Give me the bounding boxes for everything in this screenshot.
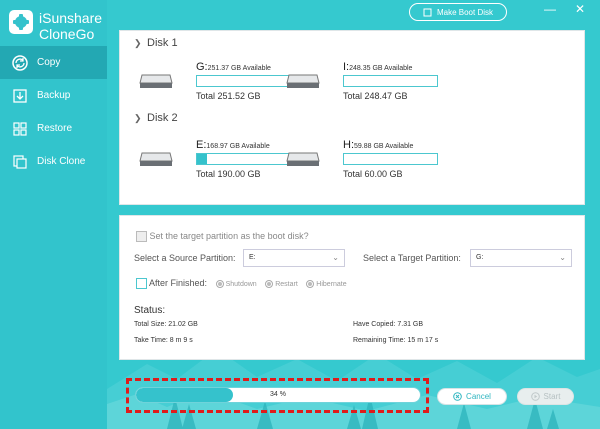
disk-icon [423,8,432,16]
disk-panel: ❯ Disk 1 G:251.37 GB Available Total 251.… [119,30,585,205]
backup-icon [11,87,28,104]
partition-available: 248.35 GB Available [349,65,413,72]
boot-checkbox-label: Set the target partition as the boot dis… [149,231,309,241]
make-boot-disk-label: Make Boot Disk [436,7,494,17]
partition-letter: E: [196,139,207,151]
sidebar-nav: Copy Backup Restore Disk Clone [0,46,107,178]
close-icon[interactable]: ✕ [573,2,587,16]
restart-label: Restart [275,280,298,288]
after-finished-checkbox[interactable] [136,278,147,290]
radio-dot [215,280,224,288]
copy-progress-bar: 34 % [135,387,421,403]
drive-icon [139,152,173,166]
sidebar-item-label: Restore [37,123,73,134]
restart-radio[interactable]: Restart [265,280,298,288]
drive-icon [286,152,320,166]
progress-percent: 34 % [270,391,286,398]
partition-e[interactable]: E:168.97 GB Available Total 190.00 GB [139,139,299,184]
partition-header: E:168.97 GB Available [196,139,270,151]
sidebar-item-label: Copy [37,57,61,68]
disk-2-header[interactable]: ❯ Disk 2 [134,112,178,124]
status-title: Status: [134,305,166,316]
cancel-button[interactable]: Cancel [437,388,507,405]
partition-usage-bar [343,153,438,165]
progress-highlight: 34 % [126,378,429,413]
sidebar-item-label: Backup [37,90,71,101]
partition-letter: G: [196,61,208,73]
restore-icon [11,120,28,137]
copy-icon [11,54,28,71]
sidebar-item-disk-clone[interactable]: Disk Clone [0,145,107,178]
drive-icon [139,74,173,88]
play-icon [530,392,540,401]
partition-g[interactable]: G:251.37 GB Available Total 251.52 GB [139,61,299,106]
chevron-down-icon: ⌄ [332,253,339,262]
target-label: Select a Target Partition: [363,253,461,263]
partition-available: 59.88 GB Available [354,143,414,150]
chevron-down-icon: ❯ [134,113,142,123]
radio-dot [265,280,274,288]
start-button[interactable]: Start [517,388,574,405]
source-partition-value: E: [249,254,256,261]
source-label: Select a Source Partition: [134,253,236,263]
disk-1-title: Disk 1 [147,37,178,49]
hibernate-radio[interactable]: Hibernate [306,280,347,288]
logo-icon [9,10,33,34]
partition-total: Total 251.52 GB [196,91,261,101]
sidebar: iSunshare CloneGo Copy Backup Restore Di… [0,0,107,429]
radio-dot [306,280,315,288]
partition-available: 168.97 GB Available [206,143,270,150]
make-boot-disk-button[interactable]: Make Boot Disk [409,3,507,21]
partition-usage-fill [197,154,208,164]
take-time: Take Time: 8 m 9 s [134,337,193,344]
partition-letter: H: [343,139,354,151]
partition-header: G:251.37 GB Available [196,61,271,73]
shutdown-label: Shutdown [225,280,257,288]
boot-checkbox[interactable] [136,231,147,243]
start-label: Start [543,392,561,401]
partition-usage-bar [196,75,291,87]
chevron-down-icon: ❯ [134,38,142,48]
cancel-label: Cancel [466,392,491,401]
after-finished-row: After Finished: Shutdown Restart Hiberna… [136,278,347,290]
minimize-icon[interactable]: — [543,2,557,16]
disk-2-title: Disk 2 [147,112,178,124]
disk-1-header[interactable]: ❯ Disk 1 [134,37,178,49]
sidebar-item-backup[interactable]: Backup [0,79,107,112]
partition-total: Total 190.00 GB [196,169,261,179]
chevron-down-icon: ⌄ [559,253,566,262]
settings-panel: Set the target partition as the boot dis… [119,215,585,360]
remaining-time: Remaining Time: 15 m 17 s [353,337,439,344]
app-logo: iSunshare CloneGo [8,9,103,43]
sidebar-item-restore[interactable]: Restore [0,112,107,145]
partition-usage-bar [343,75,438,87]
partition-available: 251.37 GB Available [207,65,271,72]
partition-header: I:248.35 GB Available [343,61,412,73]
app-name: iSunshare CloneGo [39,10,102,42]
partition-header: H:59.88 GB Available [343,139,413,151]
partition-total: Total 248.47 GB [343,91,408,101]
target-partition-value: G: [476,254,484,261]
app-name-line1: iSunshare [39,10,103,26]
hibernate-label: Hibernate [316,280,347,288]
have-copied: Have Copied: 7.31 GB [353,321,424,328]
source-partition-select[interactable]: E: ⌄ [243,249,345,267]
boot-checkbox-row[interactable]: Set the target partition as the boot dis… [136,231,309,243]
cancel-icon [453,392,462,401]
after-finished-label: After Finished: [149,278,208,288]
partition-h[interactable]: H:59.88 GB Available Total 60.00 GB [286,139,446,184]
partition-total: Total 60.00 GB [343,169,403,179]
app-name-line2: CloneGo [39,26,95,42]
target-partition-select[interactable]: G: ⌄ [470,249,572,267]
partition-usage-bar [196,153,291,165]
sidebar-item-copy[interactable]: Copy [0,46,107,79]
disk-clone-icon [11,153,28,170]
sidebar-item-label: Disk Clone [37,156,86,167]
total-size: Total Size: 21.02 GB [134,321,198,328]
shutdown-radio[interactable]: Shutdown [215,280,257,288]
drive-icon [286,74,320,88]
partition-i[interactable]: I:248.35 GB Available Total 248.47 GB [286,61,446,106]
